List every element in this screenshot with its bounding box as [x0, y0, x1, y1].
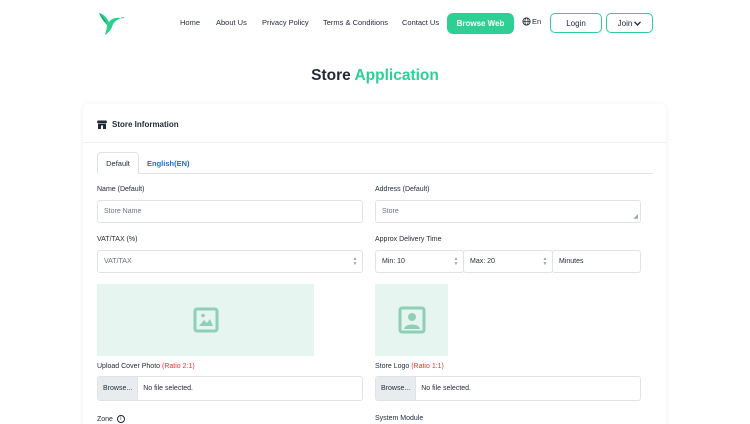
store-name-placeholder: Store Name — [104, 208, 142, 215]
nav-home[interactable]: Home — [180, 18, 200, 27]
spinner-icon[interactable]: ▲ ▼ — [453, 257, 459, 267]
store-information-card: Store Information Default English(EN) Na… — [83, 104, 666, 424]
delivery-max-input[interactable]: Max: 20 ▲ ▼ — [463, 250, 553, 273]
zone-label-text: Zone — [97, 415, 113, 423]
user-image-icon — [398, 306, 425, 334]
address-textarea[interactable]: Store ◢ — [375, 200, 641, 223]
store-logo-preview — [375, 284, 448, 356]
cover-photo-label-text: Upload Cover Photo — [97, 363, 161, 370]
page-title-main: Store — [311, 67, 351, 84]
delivery-unit-value: Minutes — [559, 258, 584, 265]
vat-input[interactable]: VAT/TAX ▲ ▼ — [97, 250, 363, 273]
globe-icon — [522, 17, 531, 26]
vat-label: VAT/TAX (%) — [97, 236, 138, 243]
cover-photo-preview — [97, 284, 314, 356]
resize-handle-icon[interactable]: ◢ — [633, 213, 638, 220]
store-logo-label: Store Logo (Ratio 1:1) — [375, 363, 444, 370]
join-label: Join — [617, 18, 633, 28]
delivery-min-value: Min: 10 — [382, 258, 405, 265]
chevron-down-icon — [634, 20, 642, 26]
store-logo-label-text: Store Logo — [375, 363, 410, 370]
language-label: En — [532, 17, 542, 26]
system-module-label: System Module — [375, 415, 424, 422]
tab-english[interactable]: English(EN) — [147, 152, 190, 174]
delivery-min-input[interactable]: Min: 10 ▲ ▼ — [375, 250, 464, 273]
info-icon[interactable]: i — [116, 415, 125, 423]
logo-browse-button[interactable]: Browse... — [376, 377, 417, 400]
delivery-unit-select[interactable]: Minutes — [552, 250, 641, 273]
nav-terms-conditions[interactable]: Terms & Conditions — [323, 18, 388, 27]
nav-about-us[interactable]: About Us — [216, 18, 247, 27]
address-label: Address (Default) — [375, 186, 430, 193]
address-placeholder: Store — [382, 208, 399, 215]
delivery-label: Approx Delivery Time — [375, 236, 442, 243]
tab-default[interactable]: Default — [97, 152, 139, 174]
page-title: Store Application — [0, 67, 750, 85]
cover-photo-label: Upload Cover Photo (Ratio 2:1) — [97, 363, 195, 370]
cover-browse-button[interactable]: Browse... — [98, 377, 139, 400]
nav-privacy-policy[interactable]: Privacy Policy — [262, 18, 309, 27]
card-heading: Store Information — [112, 120, 179, 129]
hummingbird-logo-icon[interactable] — [97, 10, 125, 36]
page-title-accent: Application — [354, 67, 439, 84]
browse-web-button[interactable]: Browse Web — [447, 13, 514, 34]
logo-ratio: (Ratio 1:1) — [411, 363, 444, 370]
image-icon — [193, 307, 218, 333]
join-dropdown-button[interactable]: Join — [606, 13, 653, 33]
logo-file-name: No file selected. — [421, 385, 471, 392]
store-icon — [97, 120, 107, 129]
vat-placeholder: VAT/TAX — [104, 258, 132, 265]
spinner-icon[interactable]: ▲ ▼ — [352, 257, 358, 267]
spinner-icon[interactable]: ▲ ▼ — [542, 257, 548, 267]
nav-contact-us[interactable]: Contact Us — [402, 18, 439, 27]
login-button[interactable]: Login — [550, 13, 602, 33]
store-name-input[interactable]: Store Name — [97, 200, 363, 223]
cover-ratio: (Ratio 2:1) — [162, 363, 195, 370]
store-logo-file-input[interactable]: Browse... No file selected. — [375, 376, 641, 401]
cover-file-name: No file selected. — [143, 385, 193, 392]
language-selector[interactable]: En — [522, 17, 541, 26]
delivery-max-value: Max: 20 — [470, 258, 495, 265]
top-navbar: Home About Us Privacy Policy Terms & Con… — [0, 0, 750, 46]
card-divider — [83, 142, 666, 143]
zone-label: Zone i — [97, 415, 125, 423]
card-header: Store Information — [97, 120, 179, 129]
language-tabs: Default English(EN) — [97, 152, 653, 174]
name-label: Name (Default) — [97, 186, 145, 193]
cover-photo-file-input[interactable]: Browse... No file selected. — [97, 376, 363, 401]
